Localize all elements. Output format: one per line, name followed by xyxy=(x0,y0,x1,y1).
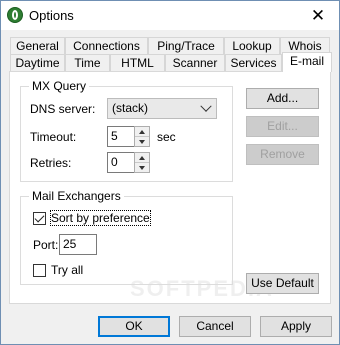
remove-button[interactable]: Remove xyxy=(246,144,319,165)
retries-label: Retries: xyxy=(30,156,72,170)
tab-label: General xyxy=(16,39,59,53)
tab-label: Lookup xyxy=(232,39,272,53)
sort-by-preference-checkbox[interactable] xyxy=(33,212,46,225)
mx-query-group: MX Query DNS server: (stack) Timeout: 5 … xyxy=(20,79,233,182)
tab-lookup[interactable]: Lookup xyxy=(224,37,280,54)
spin-up-icon[interactable] xyxy=(135,127,149,137)
port-input[interactable]: 25 xyxy=(59,234,97,255)
tab-label: Scanner xyxy=(172,56,218,70)
tab-label: Ping/Trace xyxy=(157,39,215,53)
tab-scanner[interactable]: Scanner xyxy=(165,54,225,71)
timeout-label: Timeout: xyxy=(30,130,77,144)
tab-daytime[interactable]: Daytime xyxy=(10,54,65,71)
spin-down-icon[interactable] xyxy=(135,163,149,172)
options-dialog: Options ✕ General Connections Ping/Trace… xyxy=(0,0,340,345)
dns-server-value: (stack) xyxy=(112,101,148,115)
tab-services[interactable]: Services xyxy=(225,54,282,71)
cancel-button[interactable]: Cancel xyxy=(179,316,251,337)
try-all-label[interactable]: Try all xyxy=(51,263,83,277)
edit-button[interactable]: Edit... xyxy=(246,116,319,137)
ok-button[interactable]: OK xyxy=(98,316,170,337)
spin-down-icon[interactable] xyxy=(135,137,149,146)
apply-button[interactable]: Apply xyxy=(260,316,332,337)
sort-by-preference-label[interactable]: Sort by preference xyxy=(50,210,151,226)
tab-html[interactable]: HTML xyxy=(110,54,165,71)
tab-label: Time xyxy=(74,56,101,70)
app-icon xyxy=(7,7,23,23)
tab-label: Whois xyxy=(288,39,322,53)
add-button[interactable]: Add... xyxy=(246,88,319,109)
use-default-button[interactable]: Use Default xyxy=(246,273,319,294)
dns-server-select[interactable]: (stack) xyxy=(107,98,217,119)
timeout-spinner[interactable] xyxy=(134,126,150,147)
mx-query-group-label: MX Query xyxy=(29,79,90,93)
title-bar: Options ✕ xyxy=(1,1,339,30)
mail-exchangers-group: Mail Exchangers Sort by preference Port:… xyxy=(20,189,233,285)
tab-ping-trace[interactable]: Ping/Trace xyxy=(148,37,224,54)
tab-time[interactable]: Time xyxy=(65,54,110,71)
window-title: Options xyxy=(29,8,74,23)
tab-label: Services xyxy=(230,56,277,70)
try-all-checkbox[interactable] xyxy=(33,264,46,277)
retries-spinner[interactable] xyxy=(134,152,150,173)
chevron-down-icon xyxy=(200,100,212,112)
tab-connections[interactable]: Connections xyxy=(65,37,148,54)
close-button[interactable]: ✕ xyxy=(297,1,339,30)
mail-exchangers-group-label: Mail Exchangers xyxy=(29,189,124,203)
tab-label: E-mail xyxy=(289,54,324,68)
spin-up-icon[interactable] xyxy=(135,153,149,163)
tab-label: HTML xyxy=(121,56,154,70)
timeout-input[interactable]: 5 xyxy=(107,126,135,147)
timeout-unit: sec xyxy=(157,130,176,144)
close-icon: ✕ xyxy=(310,6,326,25)
tab-label: Daytime xyxy=(15,56,60,70)
dns-server-label: DNS server: xyxy=(30,102,96,116)
port-label: Port: xyxy=(33,238,59,252)
tab-email[interactable]: E-mail xyxy=(282,52,332,72)
retries-input[interactable]: 0 xyxy=(107,152,135,173)
email-tab-panel: SOFTPEDIA MX Query DNS server: (stack) T… xyxy=(9,71,331,304)
tab-label: Connections xyxy=(73,39,140,53)
tab-general[interactable]: General xyxy=(10,37,65,54)
